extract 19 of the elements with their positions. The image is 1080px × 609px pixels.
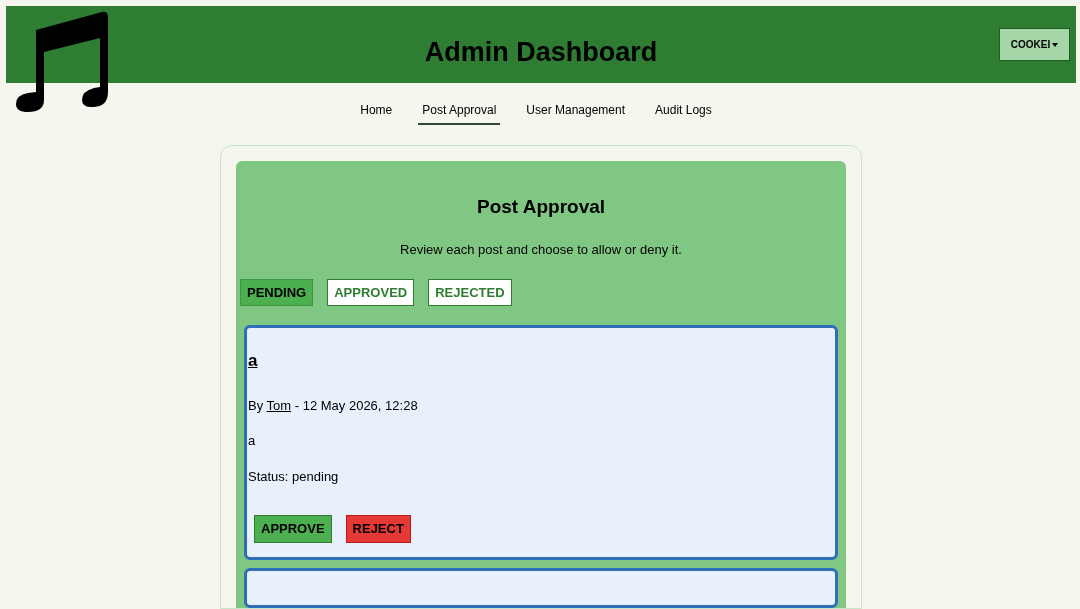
approve-button[interactable]: APPROVE	[254, 515, 332, 543]
filter-tab[interactable]: APPROVED	[327, 279, 415, 306]
section-title: Post Approval	[475, 195, 607, 219]
section-subtitle: Review each post and choose to allow or deny it.	[399, 240, 683, 259]
nav-link[interactable]: Audit Logs	[651, 101, 716, 125]
caret-icon	[1052, 42, 1059, 47]
post-title[interactable]: a	[248, 351, 258, 370]
filter-tab[interactable]: PENDING	[240, 279, 314, 306]
post-status: Status: pending	[248, 467, 340, 486]
reject-button[interactable]: REJECT	[345, 515, 411, 543]
filter-tab[interactable]: REJECTED	[428, 279, 512, 306]
nav-link[interactable]: User Management	[522, 101, 630, 125]
nav-link[interactable]: Home	[356, 101, 397, 125]
user-menu-button[interactable]: COOKEI	[999, 28, 1070, 61]
author-link[interactable]: Tom	[266, 397, 292, 413]
nav-link[interactable]: Post Approval	[418, 101, 501, 125]
post-meta: By Tom - 12 May 2026, 12:28	[248, 396, 419, 415]
post-body: a	[248, 432, 257, 450]
page-title: Admin Dashboard	[424, 36, 658, 70]
